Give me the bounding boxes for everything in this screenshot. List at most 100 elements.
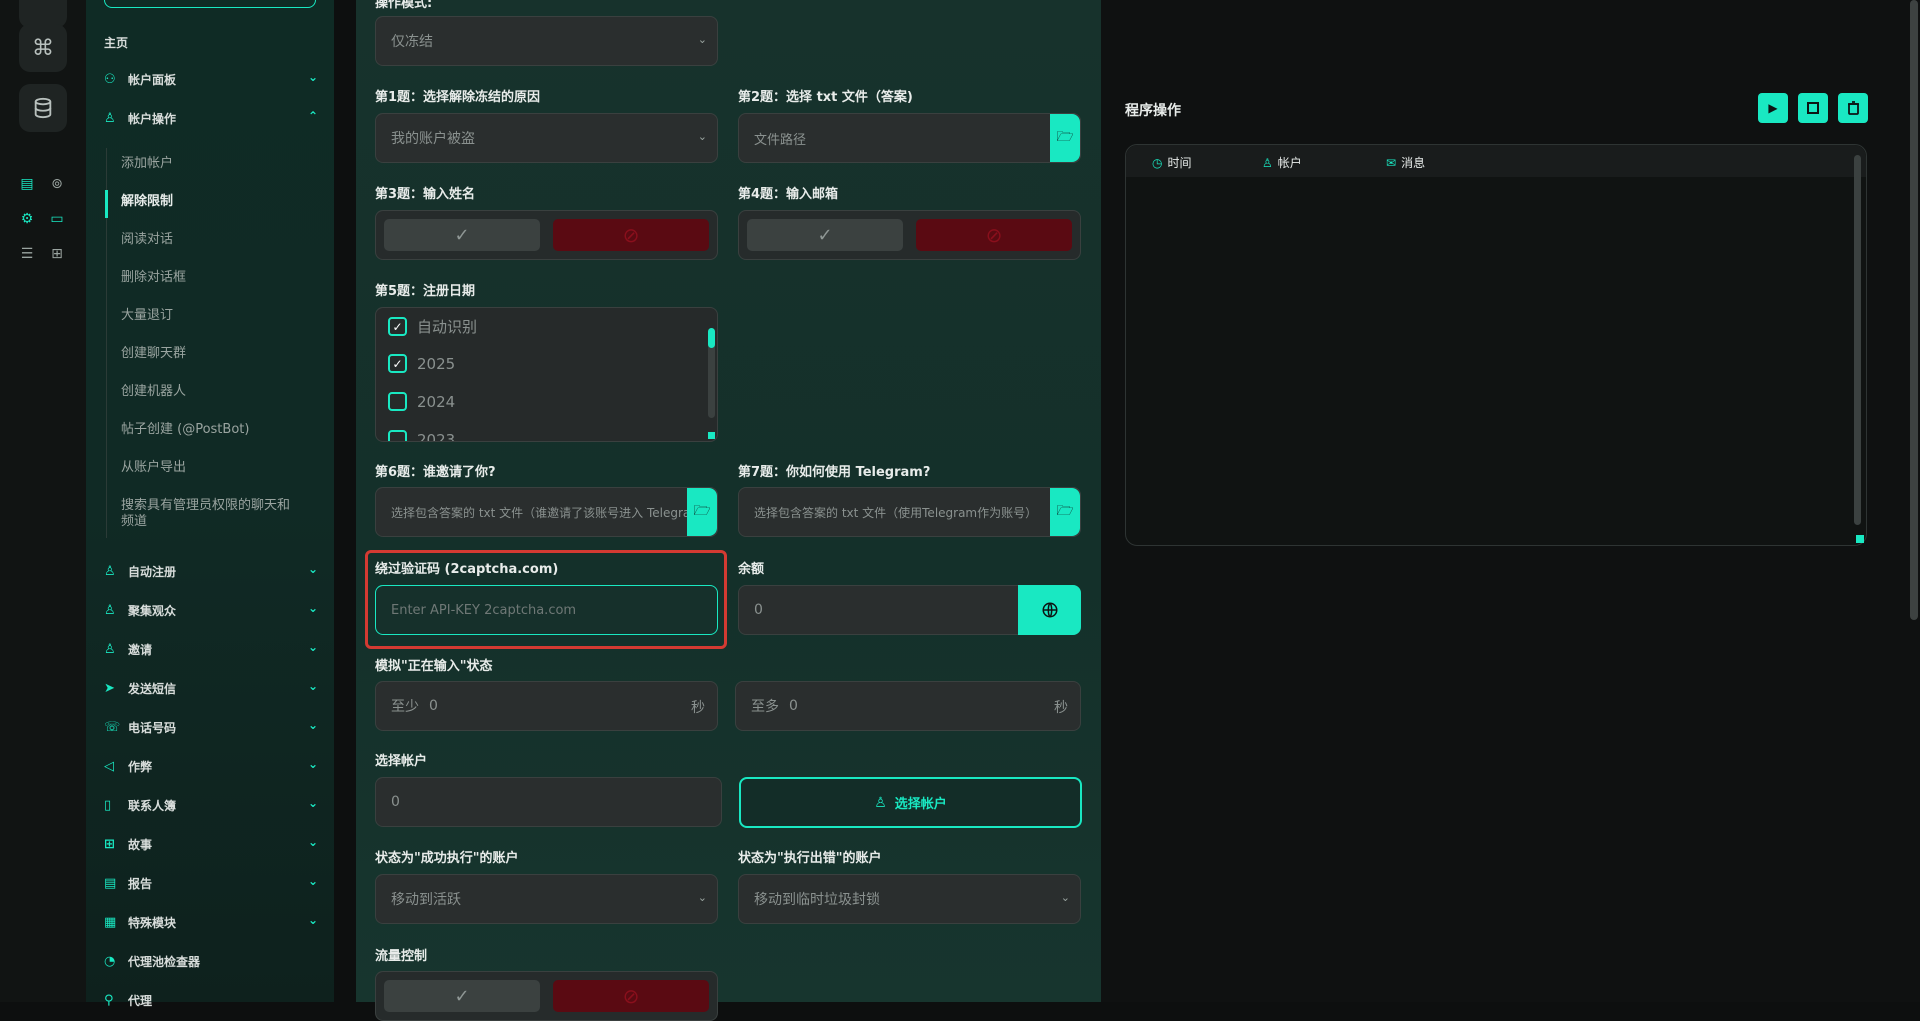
sidebar-group-cheat[interactable]: ◁ 作弊 ⌄ <box>104 753 318 779</box>
play-icon[interactable]: ▶ <box>1758 93 1788 123</box>
success-status-select[interactable]: 移动到活跃 ⌄ <box>375 874 718 924</box>
sidebar-top-button[interactable] <box>104 0 316 8</box>
sidebar-group-label: 联系人簿 <box>128 798 177 813</box>
folder-open-icon[interactable]: 🗁 <box>687 488 717 536</box>
q7-file-input[interactable]: 选择包含答案的 txt 文件（使用Telegram作为账号） 🗁 <box>738 487 1081 537</box>
checkmark-icon[interactable]: ✓ <box>747 219 903 251</box>
sidebar-item-postbot[interactable]: 帖子创建 (@PostBot) <box>121 422 311 438</box>
q2-file-input[interactable]: 文件路径 🗁 <box>738 113 1081 163</box>
sidebar-group-invite[interactable]: ♙ 邀请 ⌄ <box>104 636 318 662</box>
user-icon: ♙ <box>1262 155 1273 170</box>
q1-label: 第1题：选择解除冻结的原因 <box>375 90 541 105</box>
sidebar-group-special-modules[interactable]: ▦ 特殊模块 ⌄ <box>104 909 318 935</box>
sidebar-item-create-bot[interactable]: 创建机器人 <box>121 384 311 400</box>
disable-icon[interactable]: ⊘ <box>553 219 709 251</box>
q5-option[interactable]: 2024 <box>388 392 455 411</box>
sidebar-group-account-ops[interactable]: ♙ 帐户操作 ⌃ <box>104 105 318 131</box>
plus-square-icon: ⊞ <box>104 836 115 852</box>
page-scrollbar[interactable] <box>1910 0 1918 620</box>
select-accounts-label: 选择帐户 <box>375 754 428 769</box>
trash-icon[interactable] <box>1838 93 1868 123</box>
chevron-down-icon: ⌄ <box>307 796 318 810</box>
sidebar-group-phone-numbers[interactable]: ☏ 电话号码 ⌄ <box>104 714 318 740</box>
q5-option[interactable]: ✓ 2025 <box>388 354 455 373</box>
sidebar-group-stories[interactable]: ⊞ 故事 ⌄ <box>104 831 318 857</box>
log-column-label: 消息 <box>1401 156 1426 170</box>
globe-icon[interactable] <box>1018 585 1081 635</box>
q5-option-label: 自动识别 <box>417 318 478 336</box>
sidebar-group-gather-audience[interactable]: ♙ 聚集观众 ⌄ <box>104 597 318 623</box>
phone-icon: ☏ <box>104 719 121 735</box>
chevron-down-icon: ⌄ <box>307 601 318 615</box>
gear-icon[interactable]: ⚙ <box>17 209 37 229</box>
q5-option[interactable]: ✓ 自动识别 <box>388 316 477 337</box>
sidebar-group-label: 代理池检查器 <box>128 954 201 969</box>
database-icon[interactable] <box>19 84 67 132</box>
list-scrollbar[interactable] <box>708 328 715 418</box>
server-icon[interactable]: ▤ <box>17 174 37 194</box>
sidebar-item-create-group[interactable]: 创建聊天群 <box>121 346 311 362</box>
widgets-icon[interactable]: ⊞ <box>47 244 67 264</box>
q6-file-input[interactable]: 选择包含答案的 txt 文件（谁邀请了该账号进入 Telegram） 🗁 <box>375 487 718 537</box>
sidebar-group-label: 发送短信 <box>128 681 177 696</box>
q2-label: 第2题：选择 txt 文件（答案) <box>738 90 913 105</box>
report-icon: ▤ <box>104 875 117 891</box>
chevron-down-icon: ⌄ <box>307 640 318 654</box>
select-accounts-button[interactable]: ♙ 选择帐户 <box>739 777 1082 828</box>
q4-label: 第4题：输入邮箱 <box>738 187 839 202</box>
sidebar-item-mass-unsubscribe[interactable]: 大量退订 <box>121 308 311 324</box>
typing-max-value: 0 <box>789 698 798 714</box>
sidebar-group-account-panel[interactable]: ⚇ 帐户面板 ⌄ <box>104 66 318 92</box>
sidebar-item-unfreeze[interactable]: 解除限制 <box>121 194 311 210</box>
sidebar-item-export[interactable]: 从账户导出 <box>121 460 311 476</box>
q1-reason-select[interactable]: 我的账户被盗 ⌄ <box>375 113 718 163</box>
disable-icon[interactable]: ⊘ <box>916 219 1072 251</box>
sidebar-group-label: 聚集观众 <box>128 603 177 618</box>
command-icon[interactable]: ⌘ <box>19 24 67 72</box>
sidebar-item-read-chats[interactable]: 阅读对话 <box>121 232 311 248</box>
scrollbar-thumb[interactable] <box>708 328 715 348</box>
checkmark-icon[interactable]: ✓ <box>384 980 540 1012</box>
typing-min-input[interactable]: 至少 0 秒 <box>375 681 718 731</box>
q5-date-list: ✓ 自动识别 ✓ 2025 2024 2023 <box>375 307 718 442</box>
code-window-icon[interactable]: ▭ <box>47 209 67 229</box>
folder-open-icon[interactable]: 🗁 <box>1050 488 1080 536</box>
sidebar-group-auto-register[interactable]: ♙ 自动注册 ⌄ <box>104 558 318 584</box>
sidebar-item-proxy-checker[interactable]: ◔ 代理池检查器 <box>104 948 318 974</box>
sidebar-item-add-account[interactable]: 添加帐户 <box>121 156 311 172</box>
sidebar-item-admin-search[interactable]: 搜索具有管理员权限的聊天和频道 <box>121 498 296 530</box>
balance-value: 0 <box>754 602 763 618</box>
sidebar-group-label: 代理 <box>128 993 153 1008</box>
mode-label: 操作模式: <box>375 0 433 11</box>
sidebar-group-reports[interactable]: ▤ 报告 ⌄ <box>104 870 318 896</box>
chevron-down-icon: ⌄ <box>1060 891 1070 904</box>
checkmark-icon[interactable]: ✓ <box>384 219 540 251</box>
disable-icon[interactable]: ⊘ <box>553 980 709 1012</box>
document-list-icon[interactable]: ☰ <box>17 244 37 264</box>
sidebar-item-proxy[interactable]: ⚲ 代理 <box>104 987 318 1013</box>
stop-icon[interactable] <box>1798 93 1828 123</box>
log-column-account: ♙ 帐户 <box>1262 154 1302 171</box>
selected-accounts-count: 0 <box>375 777 722 827</box>
captcha-api-key-input[interactable]: Enter API-KEY 2captcha.com <box>375 585 718 635</box>
seconds-unit: 秒 <box>1054 700 1068 716</box>
log-area: 程序操作 ▶ ◷ 时间 ♙ 帐户 ✉ 消息 <box>1101 0 1920 1002</box>
sidebar-item-delete-dialogs[interactable]: 删除对话框 <box>121 270 311 286</box>
sidebar-group-contacts[interactable]: ▯ 联系人簿 ⌄ <box>104 792 318 818</box>
sidebar-group-label: 电话号码 <box>128 720 177 735</box>
mode-select[interactable]: 仅冻结 ⌄ <box>375 16 718 66</box>
captcha-placeholder: Enter API-KEY 2captcha.com <box>391 602 577 618</box>
sidebar-group-send-sms[interactable]: ➤ 发送短信 ⌄ <box>104 675 318 701</box>
main-form: 操作模式: 仅冻结 ⌄ 第1题：选择解除冻结的原因 我的账户被盗 ⌄ 第2题：选… <box>356 0 1101 1021</box>
error-status-select[interactable]: 移动到临时垃圾封锁 ⌄ <box>738 874 1081 924</box>
sidebar-group-label: 报告 <box>128 876 153 891</box>
q3-label: 第3题：输入姓名 <box>375 187 476 202</box>
folder-open-icon[interactable]: 🗁 <box>1050 114 1080 162</box>
location-icon[interactable]: ⊚ <box>47 174 67 194</box>
typing-min-prefix: 至少 <box>391 699 419 715</box>
resize-handle-icon[interactable] <box>708 432 715 439</box>
resize-handle-icon[interactable] <box>1856 535 1864 543</box>
log-scrollbar[interactable] <box>1854 155 1861 525</box>
typing-max-input[interactable]: 至多 0 秒 <box>735 681 1081 731</box>
q5-option[interactable]: 2023 <box>388 430 455 441</box>
